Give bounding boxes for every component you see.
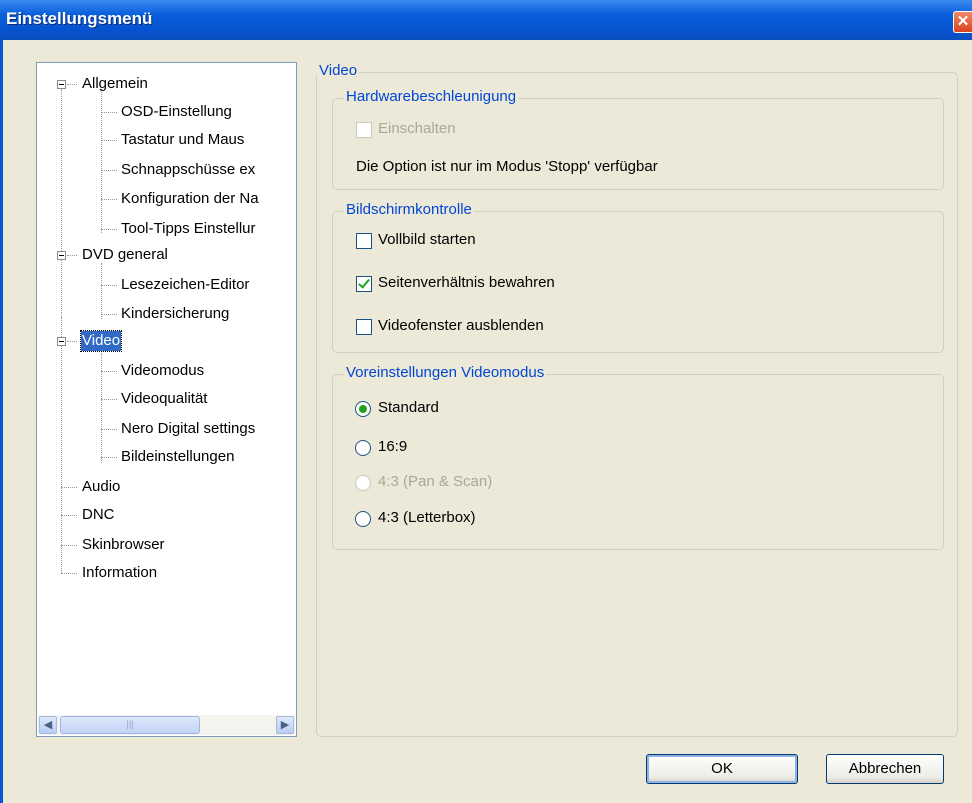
cancel-button[interactable]: Abbrechen	[826, 754, 944, 784]
close-button[interactable]: ✕	[953, 11, 972, 33]
tree-item-audio[interactable]: Audio	[82, 474, 120, 500]
screen-control-group-title: Bildschirmkontrolle	[344, 201, 474, 218]
collapse-video-icon[interactable]	[57, 337, 66, 346]
aspect-ratio-label[interactable]: Seitenverhältnis bewahren	[378, 274, 555, 291]
hide-video-window-label[interactable]: Videofenster ausblenden	[378, 317, 544, 334]
scroll-left-button[interactable]: ◀	[39, 716, 57, 734]
grip-icon: |||	[126, 719, 134, 729]
tree-item-tastatur-und-maus[interactable]: Tastatur und Maus	[121, 127, 244, 153]
fullscreen-label[interactable]: Vollbild starten	[378, 231, 476, 248]
pan-scan-label: 4:3 (Pan & Scan)	[378, 473, 493, 490]
scroll-thumb[interactable]: |||	[60, 716, 200, 734]
tree-item-skinbrowser[interactable]: Skinbrowser	[82, 532, 165, 558]
letterbox-radio[interactable]	[355, 511, 371, 527]
tree-item-information[interactable]: Information	[82, 560, 157, 586]
hardware-group-title: Hardwarebeschleunigung	[344, 88, 519, 105]
tree-item-kindersicherung[interactable]: Kindersicherung	[121, 301, 229, 327]
tree-item-video[interactable]: Video	[79, 328, 123, 354]
hide-video-window-checkbox[interactable]	[356, 319, 372, 335]
tree-item-nero-digital-settings[interactable]: Nero Digital settings	[121, 416, 255, 442]
ratio-16-9-radio[interactable]	[355, 440, 371, 456]
tree-item-videomodus[interactable]: Videomodus	[121, 358, 204, 384]
fullscreen-checkbox[interactable]	[356, 233, 372, 249]
arrow-right-icon: ▶	[280, 719, 290, 731]
letterbox-label[interactable]: 4:3 (Letterbox)	[378, 509, 476, 526]
aspect-ratio-checkbox[interactable]	[356, 276, 372, 292]
tree-item-allgemein[interactable]: Allgemein	[82, 71, 148, 97]
ok-button[interactable]: OK	[646, 754, 798, 784]
tree-item-tool-tipps[interactable]: Tool-Tipps Einstellur	[121, 216, 256, 242]
tree-item-dvd-general[interactable]: DVD general	[82, 242, 168, 268]
ratio-16-9-label[interactable]: 16:9	[378, 438, 407, 455]
window-title: Einstellungsmenü	[6, 9, 153, 28]
arrow-left-icon: ◀	[43, 719, 53, 731]
tree-item-videoqualitaet[interactable]: Videoqualität	[121, 386, 207, 412]
panel-title: Video	[317, 62, 360, 79]
standard-label[interactable]: Standard	[378, 399, 439, 416]
hardware-note: Die Option ist nur im Modus 'Stopp' verf…	[356, 158, 658, 175]
hardware-group	[332, 98, 944, 190]
tree-item-konfiguration[interactable]: Konfiguration der Na	[121, 186, 259, 212]
scroll-right-button[interactable]: ▶	[276, 716, 294, 734]
tree-item-schnappschuesse[interactable]: Schnappschüsse ex	[121, 157, 255, 183]
tree-item-osd-einstellung[interactable]: OSD-Einstellung	[121, 99, 232, 125]
video-mode-presets-title: Voreinstellungen Videomodus	[344, 364, 547, 381]
collapse-dvd-general-icon[interactable]	[57, 251, 66, 260]
settings-tree[interactable]: Allgemein OSD-Einstellung Tastatur und M…	[36, 62, 297, 737]
title-bar: Einstellungsmenü ✕	[0, 0, 972, 40]
tree-item-lesezeichen-editor[interactable]: Lesezeichen-Editor	[121, 272, 249, 298]
tree-item-bildeinstellungen[interactable]: Bildeinstellungen	[121, 444, 234, 470]
close-icon: ✕	[956, 13, 970, 30]
enable-hardware-label: Einschalten	[378, 120, 456, 137]
standard-radio[interactable]	[355, 401, 371, 417]
collapse-allgemein-icon[interactable]	[57, 80, 66, 89]
tree-horizontal-scrollbar[interactable]: ◀ ||| ▶	[38, 715, 295, 735]
pan-scan-radio[interactable]	[355, 475, 371, 491]
enable-hardware-checkbox[interactable]	[356, 122, 372, 138]
tree-item-dnc[interactable]: DNC	[82, 502, 115, 528]
